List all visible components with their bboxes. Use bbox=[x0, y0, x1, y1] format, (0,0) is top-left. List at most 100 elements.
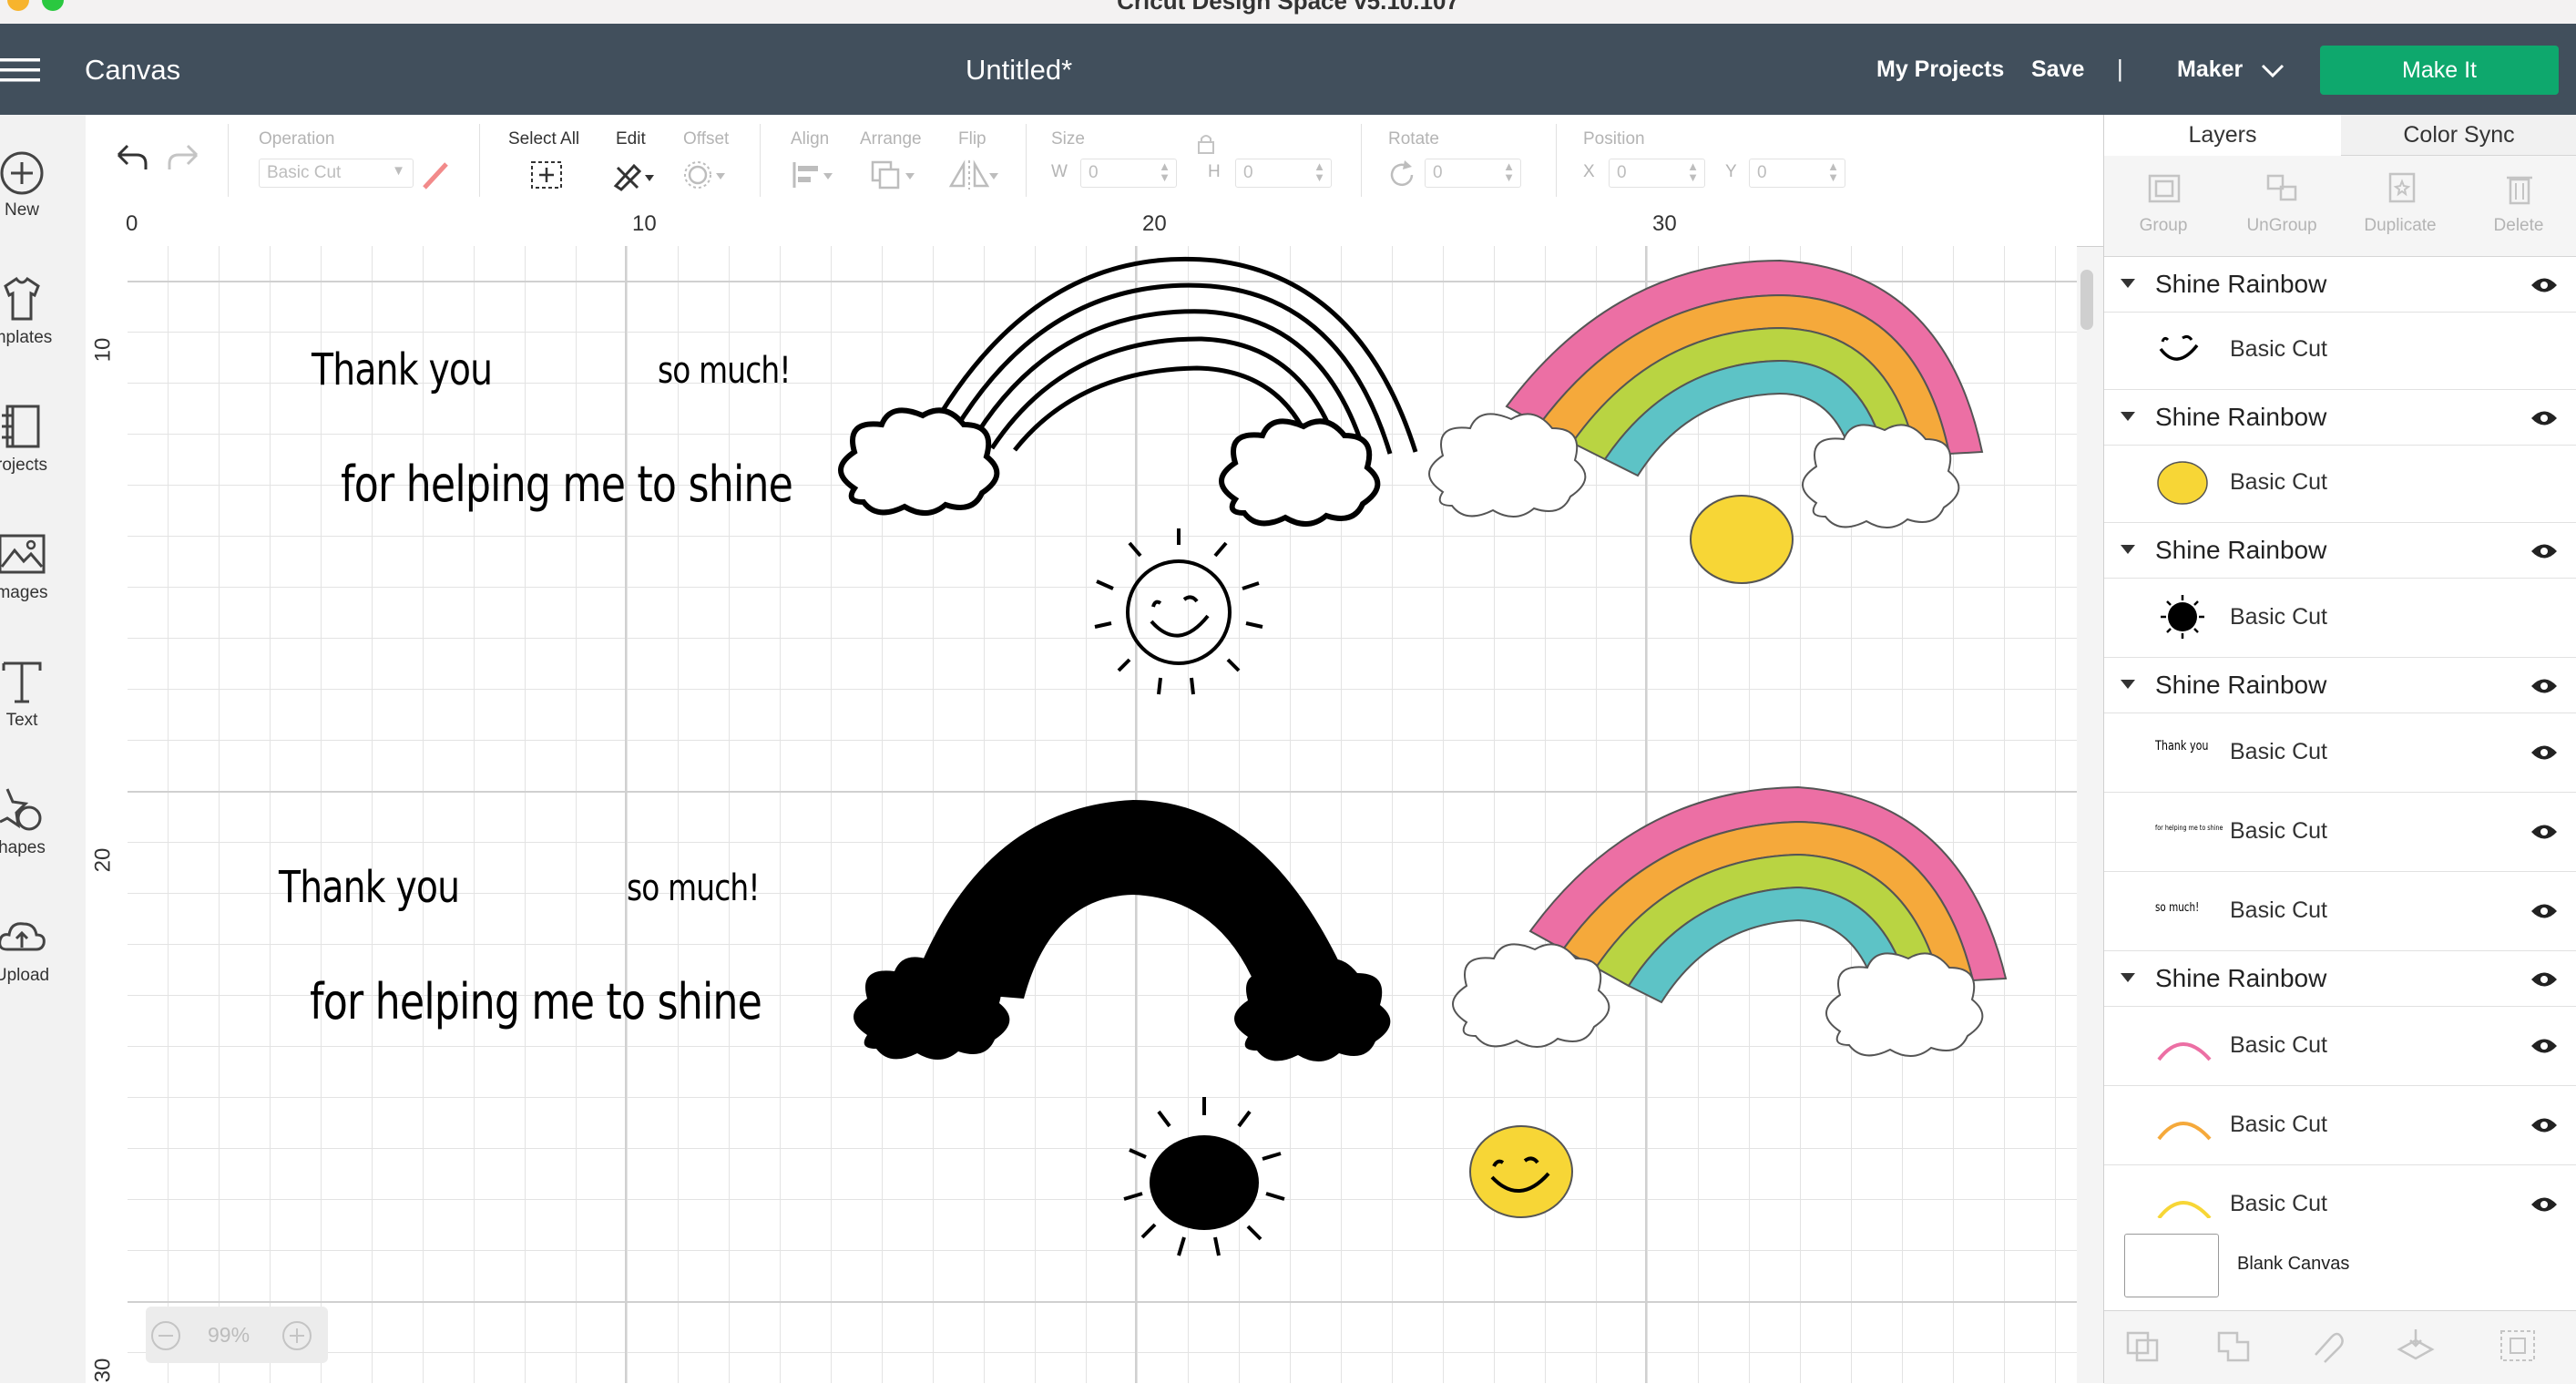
x-input[interactable]: 0 ▲ ▼ bbox=[1609, 159, 1705, 188]
eye-icon[interactable] bbox=[2530, 541, 2559, 561]
machine-select[interactable]: Maker bbox=[2177, 56, 2243, 83]
group-name: Shine Rainbow bbox=[2155, 964, 2327, 992]
lock-icon[interactable] bbox=[1195, 131, 1217, 157]
layer-operation: Basic Cut bbox=[2230, 336, 2327, 362]
eye-icon[interactable] bbox=[2530, 822, 2559, 842]
layer-item[interactable]: Basic Cut bbox=[2104, 446, 2576, 523]
caret-down-icon[interactable] bbox=[2121, 973, 2135, 982]
pink-arc-thumb-icon bbox=[2157, 1042, 2212, 1061]
document-title[interactable]: Untitled* bbox=[966, 54, 1072, 87]
stepper-icon[interactable]: ▲ ▼ bbox=[1503, 160, 1515, 183]
arrange-icon[interactable] bbox=[869, 159, 920, 191]
group-icon bbox=[2148, 174, 2181, 203]
y-input[interactable]: 0 ▲ ▼ bbox=[1749, 159, 1845, 188]
layer-actions: Group UnGroup Duplicate Delete bbox=[2104, 156, 2576, 257]
blank-canvas-swatch[interactable] bbox=[2124, 1234, 2219, 1297]
stepper-icon[interactable]: ▲ ▼ bbox=[1827, 160, 1839, 183]
layer-item[interactable]: Basic Cut bbox=[2104, 313, 2576, 390]
rotate-input[interactable]: 0 ▲ ▼ bbox=[1425, 159, 1521, 188]
width-input[interactable]: 0 ▲ ▼ bbox=[1080, 159, 1177, 188]
layer-item[interactable]: Basic Cut bbox=[2104, 579, 2576, 658]
eye-icon[interactable] bbox=[2530, 743, 2559, 763]
layer-group-header[interactable]: Shine Rainbow bbox=[2104, 257, 2576, 313]
eye-icon[interactable] bbox=[2530, 676, 2559, 696]
hamburger-icon[interactable] bbox=[0, 56, 42, 84]
layer-group-header[interactable]: Shine Rainbow bbox=[2104, 523, 2576, 579]
text-thumb: for helping me to shine bbox=[2155, 824, 2223, 832]
layer-group-header[interactable]: Shine Rainbow bbox=[2104, 951, 2576, 1007]
chevron-down-icon[interactable] bbox=[2261, 64, 2285, 78]
eye-icon[interactable] bbox=[2530, 969, 2559, 989]
layer-item[interactable]: Basic Cut bbox=[2104, 1086, 2576, 1165]
group-button[interactable]: Group bbox=[2104, 156, 2223, 256]
stepper-icon[interactable]: ▲ ▼ bbox=[1314, 160, 1325, 183]
sun-outline-design bbox=[1094, 528, 1263, 695]
layer-item[interactable]: Basic Cut bbox=[2104, 1165, 2576, 1218]
eye-icon[interactable] bbox=[2530, 1194, 2559, 1215]
duplicate-button[interactable]: Duplicate bbox=[2341, 156, 2459, 256]
blank-canvas-row[interactable]: Blank Canvas bbox=[2104, 1219, 2576, 1310]
layers-panel: Layers Color Sync Group UnGroup Duplicat… bbox=[2103, 115, 2576, 1384]
ungroup-button[interactable]: UnGroup bbox=[2223, 156, 2341, 256]
upload-cloud-icon bbox=[0, 922, 46, 951]
eye-icon[interactable] bbox=[2530, 1036, 2559, 1056]
rotate-value: 0 bbox=[1433, 163, 1443, 182]
design-canvas[interactable]: 0 10 20 30 10 20 30 Thank you so much! f… bbox=[86, 206, 2103, 1383]
undo-icon[interactable] bbox=[109, 140, 149, 173]
stepper-icon[interactable]: ▲ ▼ bbox=[1159, 160, 1170, 183]
caret-down-icon[interactable] bbox=[2121, 279, 2135, 288]
duplicate-label: Duplicate bbox=[2364, 216, 2437, 235]
tab-color-sync[interactable]: Color Sync bbox=[2341, 115, 2576, 155]
edit-tools-icon[interactable] bbox=[610, 159, 658, 191]
align-icon[interactable] bbox=[791, 159, 838, 191]
delete-button[interactable]: Delete bbox=[2459, 156, 2576, 256]
stepper-icon[interactable]: ▲ ▼ bbox=[1687, 160, 1699, 183]
nav-label: rojects bbox=[0, 456, 47, 475]
layer-item[interactable]: for helping me to shine Basic Cut bbox=[2104, 793, 2576, 872]
cloud-shape bbox=[1452, 943, 1610, 1049]
tab-layers[interactable]: Layers bbox=[2104, 115, 2341, 158]
zoom-level: 99% bbox=[208, 1323, 250, 1347]
zoom-out-icon[interactable] bbox=[149, 1319, 182, 1352]
caret-down-icon[interactable] bbox=[2121, 545, 2135, 554]
layer-group-header[interactable]: Shine Rainbow bbox=[2104, 658, 2576, 713]
layer-item[interactable]: so much! Basic Cut bbox=[2104, 872, 2576, 951]
pen-color-icon[interactable] bbox=[419, 159, 452, 191]
make-it-button[interactable]: Make It bbox=[2320, 46, 2559, 95]
caret-down-icon[interactable] bbox=[2121, 412, 2135, 421]
edit-toolbar: Operation Basic Cut ▼ Select All Edit Of… bbox=[86, 115, 2103, 207]
slice-icon[interactable] bbox=[2122, 1328, 2162, 1364]
layer-item[interactable]: Basic Cut bbox=[2104, 1007, 2576, 1086]
offset-icon[interactable] bbox=[683, 159, 731, 191]
operation-select[interactable]: Basic Cut ▼ bbox=[259, 159, 414, 188]
select-all-icon[interactable] bbox=[528, 159, 565, 191]
smiley-sun-shape bbox=[1469, 1125, 1573, 1218]
eye-icon[interactable] bbox=[2530, 275, 2559, 295]
eye-icon[interactable] bbox=[2530, 1115, 2559, 1135]
zoom-in-icon[interactable] bbox=[281, 1319, 313, 1352]
height-input[interactable]: 0 ▲ ▼ bbox=[1235, 159, 1332, 188]
text-thumb: Thank you bbox=[2155, 739, 2209, 754]
caret-down-icon[interactable] bbox=[2121, 680, 2135, 689]
window-titlebar: Cricut Design Space v5.10.107 bbox=[0, 0, 2576, 25]
rotate-icon[interactable] bbox=[1386, 159, 1419, 191]
panel-tabs: Layers Color Sync bbox=[2104, 115, 2576, 158]
text-icon bbox=[2, 661, 42, 703]
eye-icon[interactable] bbox=[2530, 901, 2559, 921]
nav-label: mages bbox=[0, 583, 48, 602]
flip-label: Flip bbox=[958, 129, 986, 149]
layer-item[interactable]: Thank you Basic Cut bbox=[2104, 713, 2576, 793]
eye-icon[interactable] bbox=[2530, 408, 2559, 428]
redo-icon[interactable] bbox=[166, 140, 206, 173]
contour-icon[interactable] bbox=[2498, 1328, 2538, 1364]
weld-icon[interactable] bbox=[2213, 1328, 2254, 1364]
save-button[interactable]: Save bbox=[2031, 56, 2084, 83]
vertical-scrollbar[interactable] bbox=[2080, 270, 2093, 330]
flip-icon[interactable] bbox=[947, 159, 1002, 191]
attach-icon[interactable] bbox=[2306, 1328, 2346, 1364]
flatten-icon[interactable] bbox=[2396, 1328, 2436, 1364]
nav-label: hapes bbox=[0, 838, 46, 857]
edit-label: Edit bbox=[616, 129, 646, 149]
my-projects-link[interactable]: My Projects bbox=[1876, 56, 2004, 83]
layer-group-header[interactable]: Shine Rainbow bbox=[2104, 390, 2576, 446]
